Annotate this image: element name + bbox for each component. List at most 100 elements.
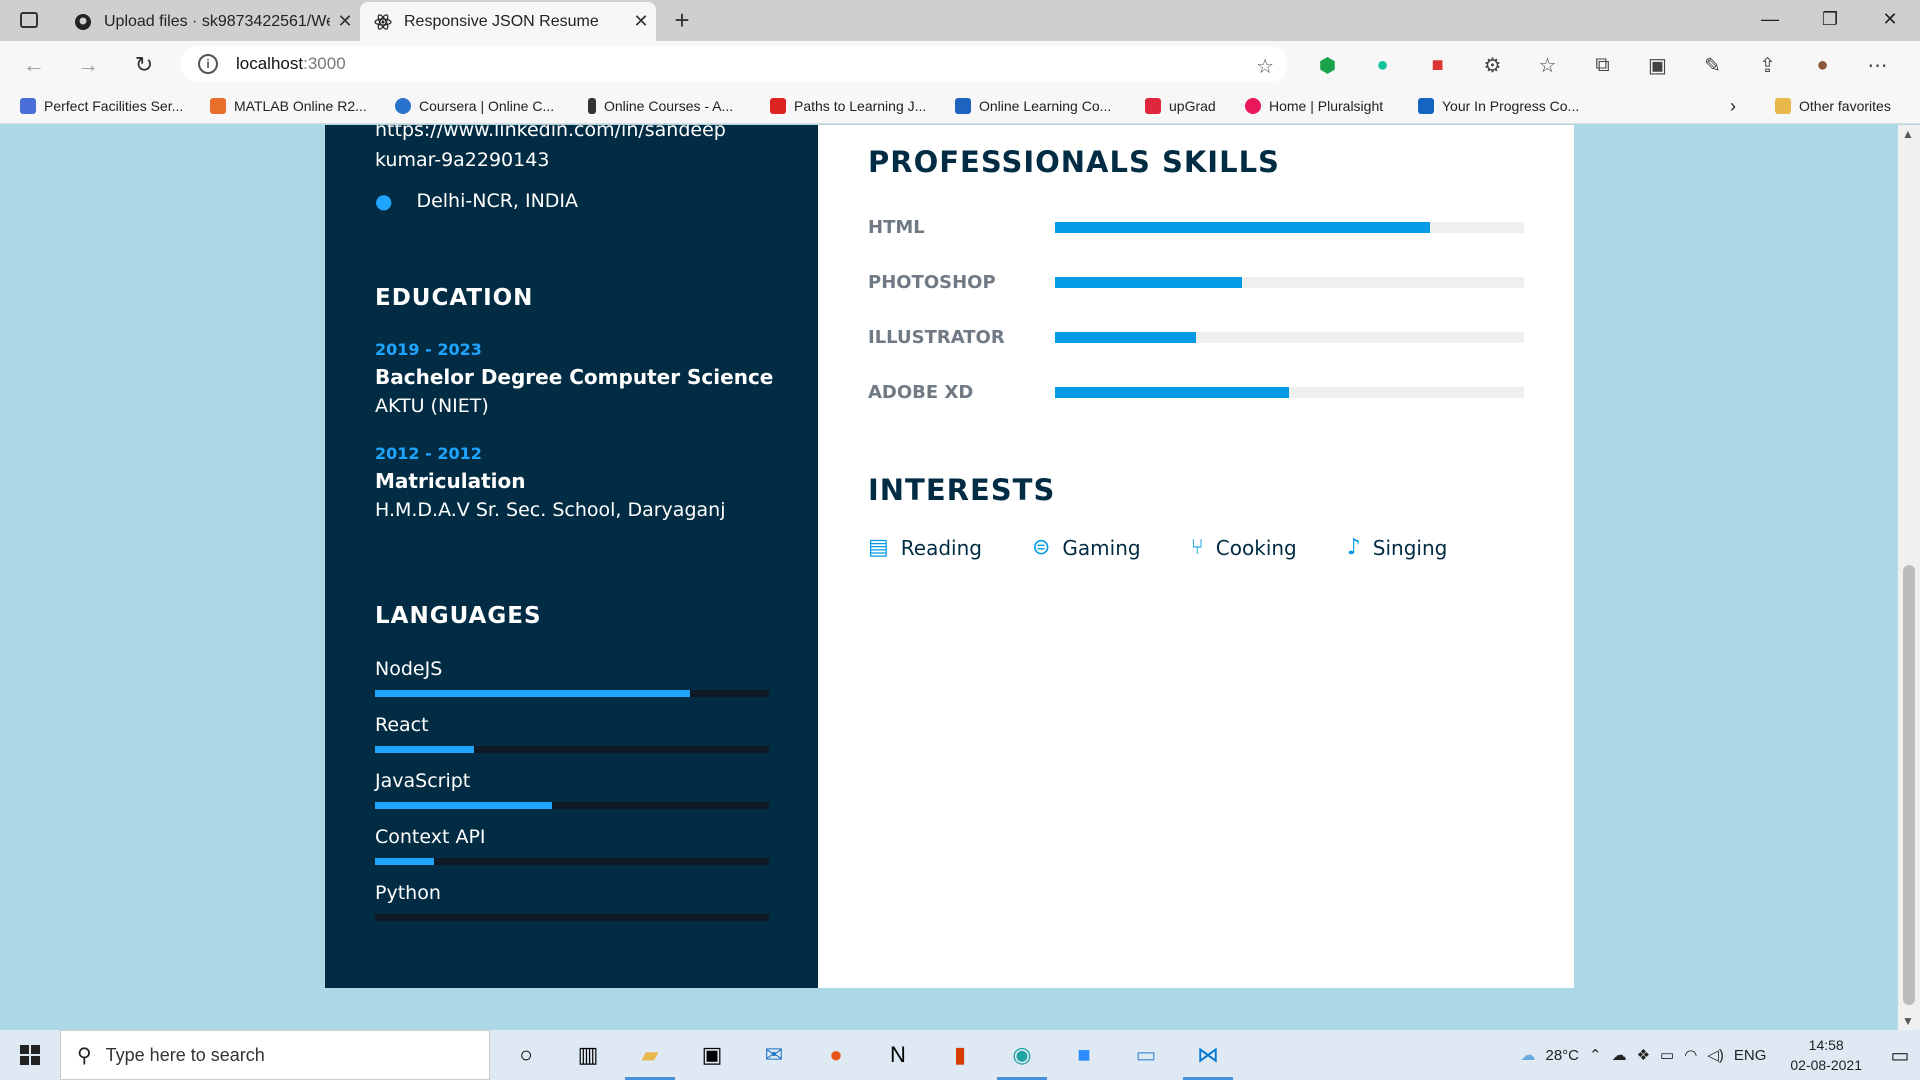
interest-item: ♪ Singing (1347, 535, 1448, 560)
edge-icon[interactable]: ◉ (991, 1030, 1053, 1080)
book-icon: ▤ (868, 535, 889, 560)
add-favorite-icon[interactable]: ☆ (1256, 54, 1274, 79)
info-icon[interactable]: i (198, 54, 218, 74)
cortana-icon[interactable]: ○ (495, 1030, 557, 1080)
notifications-icon[interactable]: ▭ (1880, 1043, 1920, 1068)
extensions-icon[interactable]: ⚙ (1465, 49, 1520, 81)
education-institution: AKTU (NIET) (375, 395, 489, 417)
restore-icon[interactable]: ❐ (1800, 0, 1860, 41)
onedrive-icon[interactable]: ☁ (1612, 1046, 1627, 1064)
education-years: 2019 - 2023 (375, 340, 482, 359)
share-icon[interactable]: ⇪ (1740, 49, 1795, 81)
office-icon[interactable]: ▮ (929, 1030, 991, 1080)
wifi-icon[interactable]: ◠ (1684, 1046, 1697, 1064)
extension-red-icon[interactable]: ■ (1410, 49, 1465, 81)
close-window-icon[interactable]: ✕ (1860, 0, 1920, 41)
bookmark-item[interactable]: Your In Progress Co... (1418, 88, 1579, 124)
scroll-down-icon[interactable]: ▼ (1902, 1014, 1914, 1028)
taskbar-apps: ○ ▥ ▰ ▣ ✉ ● N ▮ ◉ ■ ▭ ⋈ (495, 1030, 1239, 1080)
bookmark-item[interactable]: MATLAB Online R2... (210, 88, 367, 124)
task-view-icon[interactable]: ▥ (557, 1030, 619, 1080)
language-item: Python (375, 882, 769, 921)
vscode-icon[interactable]: ⋈ (1177, 1030, 1239, 1080)
bookmark-icon (20, 98, 36, 114)
back-icon[interactable]: ← (18, 49, 50, 81)
bookmark-icon (1418, 98, 1434, 114)
close-tab-icon[interactable]: ✕ (626, 11, 656, 32)
bookmark-icon (770, 98, 786, 114)
math-solver-icon[interactable]: ▣ (1630, 49, 1685, 81)
bookmark-folder[interactable]: Other favorites (1775, 88, 1891, 124)
map-pin-icon: ● (375, 189, 393, 213)
vertical-scrollbar[interactable]: ▲ ▼ (1898, 125, 1920, 1030)
pluralsight-icon (1245, 98, 1261, 114)
language-bar (375, 746, 769, 753)
weather-temp[interactable]: 28°C (1546, 1047, 1580, 1064)
tab-actions-icon[interactable] (20, 12, 38, 28)
tab-github[interactable]: Upload files · sk9873422561/Wel ✕ (60, 2, 360, 41)
refresh-icon[interactable]: ↻ (128, 49, 160, 81)
dropbox-icon[interactable]: ❖ (1637, 1046, 1650, 1064)
skill-item: ADOBE XD (868, 377, 1524, 407)
tab-title: Upload files · sk9873422561/Wel (104, 12, 330, 30)
grammarly-icon[interactable]: ● (1355, 49, 1410, 81)
bookmark-item[interactable]: Coursera | Online C... (395, 88, 554, 124)
shield-extension-icon[interactable]: ⬢ (1300, 49, 1355, 81)
favorites-icon[interactable]: ☆ (1520, 49, 1575, 81)
gamepad-icon: ⊜ (1031, 535, 1051, 560)
languages-title: LANGUAGES (375, 603, 542, 629)
chevron-up-icon[interactable]: ⌃ (1589, 1046, 1602, 1064)
skills-title: PROFESSIONALS SKILLS (868, 145, 1280, 179)
location: ● Delhi-NCR, INDIA (375, 189, 578, 213)
address-bar[interactable]: i localhost:3000 ☆ (180, 46, 1288, 82)
linkedin-link[interactable]: https://www.linkedin.com/in/sandeep kuma… (375, 125, 775, 175)
tab-resume[interactable]: Responsive JSON Resume ✕ (360, 2, 656, 41)
skill-bar (1054, 276, 1524, 288)
scroll-up-icon[interactable]: ▲ (1902, 127, 1914, 141)
favorites-bar: Perfect Facilities Ser... MATLAB Online … (0, 88, 1920, 124)
store-icon[interactable]: ▣ (681, 1030, 743, 1080)
profile-avatar[interactable]: ● (1795, 49, 1850, 81)
collections-icon[interactable]: ⧉ (1575, 49, 1630, 81)
language-item: React (375, 714, 769, 753)
language-name: Context API (375, 826, 486, 848)
more-options-icon[interactable]: ⋯ (1850, 49, 1905, 81)
upgrad-icon (1145, 98, 1161, 114)
firefox-icon[interactable]: ● (805, 1030, 867, 1080)
windows-start-icon[interactable] (0, 1030, 60, 1080)
page-viewport: https://www.linkedin.com/in/sandeep kuma… (0, 125, 1898, 1030)
bookmark-item[interactable]: Home | Pluralsight (1245, 88, 1383, 124)
new-tab-button[interactable]: + (666, 4, 698, 36)
battery-icon[interactable]: ▭ (1660, 1046, 1674, 1064)
laptop-app-icon[interactable]: ▭ (1115, 1030, 1177, 1080)
skill-bar (1054, 386, 1524, 398)
close-tab-icon[interactable]: ✕ (330, 11, 360, 32)
file-explorer-icon[interactable]: ▰ (619, 1030, 681, 1080)
language-indicator[interactable]: ENG (1734, 1047, 1767, 1064)
matlab-icon (210, 98, 226, 114)
bookmark-item[interactable]: Perfect Facilities Ser... (20, 88, 183, 124)
minimize-icon[interactable]: — (1740, 0, 1800, 41)
interests-title: INTERESTS (868, 473, 1056, 507)
bookmark-item[interactable]: Paths to Learning J... (770, 88, 926, 124)
education-institution: H.M.D.A.V Sr. Sec. School, Daryaganj (375, 499, 726, 521)
chevron-right-icon[interactable]: › (1730, 88, 1736, 124)
clock[interactable]: 14:58 02-08-2021 (1790, 1035, 1862, 1075)
weather-icon[interactable]: ☁ (1521, 1046, 1536, 1064)
folder-icon (1775, 98, 1791, 114)
bookmark-item[interactable]: upGrad (1145, 88, 1216, 124)
volume-icon[interactable]: ◁) (1707, 1046, 1724, 1064)
mail-icon[interactable]: ✉ (743, 1030, 805, 1080)
forward-icon[interactable]: → (72, 49, 104, 81)
web-capture-icon[interactable]: ✎ (1685, 49, 1740, 81)
react-icon (374, 13, 392, 31)
zoom-icon[interactable]: ■ (1053, 1030, 1115, 1080)
interest-item: ⑂ Cooking (1191, 535, 1297, 560)
notion-icon[interactable]: N (867, 1030, 929, 1080)
taskbar-search[interactable]: ⚲ Type here to search (60, 1030, 490, 1080)
bookmark-item[interactable]: Online Learning Co... (955, 88, 1111, 124)
education-item: 2012 - 2012 Matriculation H.M.D.A.V Sr. … (375, 444, 725, 521)
language-bar-fill (375, 802, 553, 809)
scrollbar-thumb[interactable] (1903, 565, 1915, 1005)
bookmark-item[interactable]: Online Courses - A... (588, 88, 733, 124)
